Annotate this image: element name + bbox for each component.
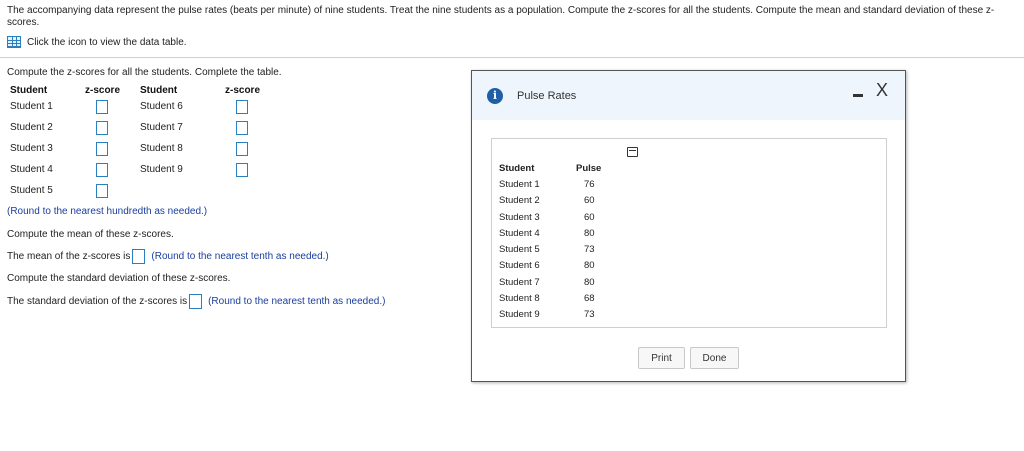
info-icon: i bbox=[487, 88, 503, 104]
student-label: Student 3 bbox=[10, 143, 53, 154]
zscore-input-student-2[interactable] bbox=[96, 121, 108, 135]
zscore-input-student-8[interactable] bbox=[236, 142, 248, 156]
part-c-instruction: Compute the standard deviation of these … bbox=[7, 273, 231, 284]
student-label: Student 1 bbox=[10, 101, 53, 112]
close-icon[interactable]: X bbox=[876, 80, 888, 100]
pulse-rates-dialog: i Pulse Rates X Student Pulse Student 1 … bbox=[471, 70, 906, 382]
section-divider bbox=[0, 57, 1024, 58]
student-label: Student 4 bbox=[10, 164, 53, 175]
sd-answer-line: The standard deviation of the z-scores i… bbox=[7, 294, 385, 310]
part-b-instruction: Compute the mean of these z-scores. bbox=[7, 229, 174, 240]
zscore-input-student-1[interactable] bbox=[96, 100, 108, 114]
table-cell-pulse: 76 bbox=[584, 179, 595, 190]
table-cell-student: Student 3 bbox=[499, 212, 540, 223]
sd-zscore-input[interactable] bbox=[189, 294, 203, 309]
dialog-title: Pulse Rates bbox=[517, 90, 577, 102]
table-cell-pulse: 60 bbox=[584, 212, 595, 223]
table-cell-pulse: 80 bbox=[584, 277, 595, 288]
student-label: Student 7 bbox=[140, 122, 183, 133]
mean-answer-prefix: The mean of the z-scores is bbox=[7, 251, 131, 263]
zscore-input-student-7[interactable] bbox=[236, 121, 248, 135]
student-label: Student 5 bbox=[10, 185, 53, 196]
table-cell-student: Student 1 bbox=[499, 179, 540, 190]
table-header-pulse: Pulse bbox=[576, 163, 602, 174]
student-label: Student 9 bbox=[140, 164, 183, 175]
student-label: Student 2 bbox=[10, 122, 53, 133]
table-icon[interactable] bbox=[7, 36, 21, 48]
round-note-tenth: (Round to the nearest tenth as needed.) bbox=[151, 251, 329, 263]
round-note-hundredth: (Round to the nearest hundredth as neede… bbox=[7, 206, 208, 217]
col-header-zscore-right: z-score bbox=[225, 85, 261, 96]
zscore-input-student-6[interactable] bbox=[236, 100, 248, 114]
table-cell-pulse: 73 bbox=[584, 309, 595, 320]
copy-icon[interactable] bbox=[627, 147, 638, 157]
table-cell-pulse: 80 bbox=[584, 260, 595, 271]
zscore-input-student-9[interactable] bbox=[236, 163, 248, 177]
part-a-instruction: Compute the z-scores for all the student… bbox=[7, 67, 282, 78]
col-header-student-right: Student bbox=[140, 85, 178, 96]
minimize-icon[interactable] bbox=[853, 94, 863, 97]
student-label: Student 6 bbox=[140, 101, 183, 112]
zscore-input-student-4[interactable] bbox=[96, 163, 108, 177]
table-cell-student: Student 9 bbox=[499, 309, 540, 320]
table-cell-student: Student 8 bbox=[499, 293, 540, 304]
table-cell-student: Student 5 bbox=[499, 244, 540, 255]
col-header-student-left: Student bbox=[10, 85, 48, 96]
data-table-link[interactable]: Click the icon to view the data table. bbox=[7, 35, 187, 49]
col-header-zscore-left: z-score bbox=[85, 85, 121, 96]
mean-answer-line: The mean of the z-scores is (Round to the… bbox=[7, 249, 329, 265]
student-label: Student 8 bbox=[140, 143, 183, 154]
table-cell-pulse: 80 bbox=[584, 228, 595, 239]
table-cell-pulse: 73 bbox=[584, 244, 595, 255]
zscore-input-student-5[interactable] bbox=[96, 184, 108, 198]
table-header-student: Student bbox=[499, 163, 535, 174]
table-cell-pulse: 68 bbox=[584, 293, 595, 304]
table-cell-student: Student 2 bbox=[499, 195, 540, 206]
problem-statement: The accompanying data represent the puls… bbox=[7, 5, 995, 28]
table-cell-student: Student 6 bbox=[499, 260, 540, 271]
data-table-link-label: Click the icon to view the data table. bbox=[27, 36, 187, 48]
done-button[interactable]: Done bbox=[690, 347, 739, 369]
sd-answer-prefix: The standard deviation of the z-scores i… bbox=[7, 296, 188, 308]
data-table-frame bbox=[491, 138, 887, 328]
table-cell-student: Student 4 bbox=[499, 228, 540, 239]
mean-zscore-input[interactable] bbox=[132, 249, 146, 264]
zscore-input-student-3[interactable] bbox=[96, 142, 108, 156]
table-cell-student: Student 7 bbox=[499, 277, 540, 288]
print-button[interactable]: Print bbox=[638, 347, 685, 369]
table-cell-pulse: 60 bbox=[584, 195, 595, 206]
round-note-tenth: (Round to the nearest tenth as needed.) bbox=[208, 296, 386, 308]
